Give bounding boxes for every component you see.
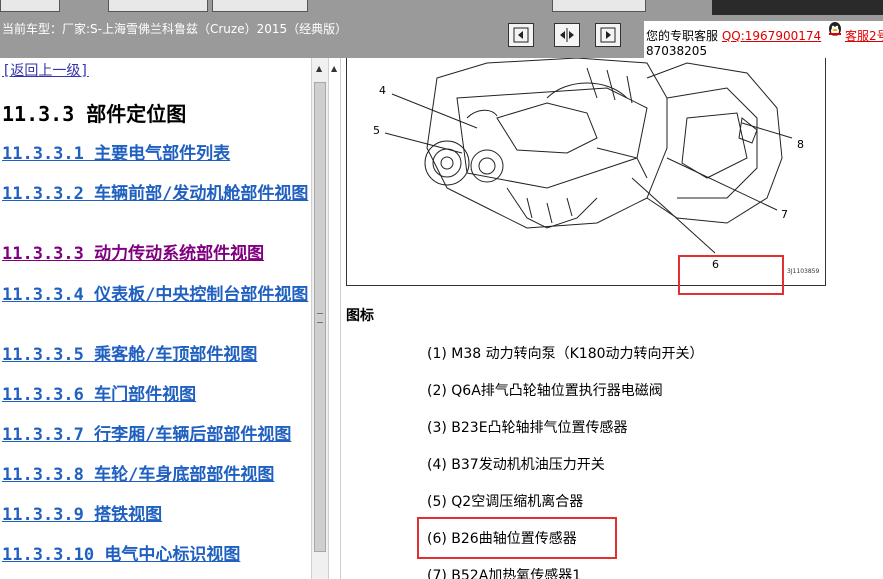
toc-item[interactable]: 11.3.3.6 车门部件视图 (2, 385, 310, 405)
figure-highlight-box (678, 255, 784, 295)
toolbar-tab-2[interactable] (108, 0, 208, 12)
legend-item: (3) B23E凸轮轴排气位置传感器 (427, 420, 628, 436)
toolbar-tab-4[interactable] (552, 0, 646, 12)
arrow-out-icon (600, 27, 616, 43)
nav-first-button[interactable] (508, 23, 534, 47)
figure-code: 3J1103859 (787, 268, 820, 275)
legend-item: (5) Q2空调压缩机离合器 (427, 494, 584, 510)
toc-item[interactable]: 11.3.3.4 仪表板/中央控制台部件视图 (2, 285, 310, 305)
top-toolbar: 当前车型：厂家:S-上海雪佛兰科鲁兹（Cruze）2015（经典版） 您的专职客… (0, 0, 883, 58)
scrollbar-thumb[interactable] (314, 82, 326, 552)
toolbar-tab-1[interactable] (0, 0, 60, 12)
grip-icon (317, 313, 323, 323)
toc-item[interactable]: 11.3.3.5 乘客舱/车顶部件视图 (2, 345, 310, 365)
support-qq-link[interactable]: QQ:1967900174 (722, 29, 821, 43)
content-pane: 4 5 8 7 6 3J1103859 图标 (1) M38 动力转向泵（K18… (341, 58, 883, 579)
support-kefu-link[interactable]: 客服2号 (845, 27, 883, 44)
toc-item[interactable]: 11.3.3.7 行李厢/车辆后部部件视图 (2, 425, 310, 445)
toc-scrollbar[interactable]: ▲ (311, 58, 328, 579)
support-phone: 87038205 (646, 44, 708, 58)
toc-item[interactable]: 11.3.3.1 主要电气部件列表 (2, 144, 310, 164)
toolbar-right-strip (712, 0, 883, 15)
toolbar-tab-3[interactable] (212, 0, 308, 12)
engine-drawing (384, 58, 793, 254)
callout-4: 4 (379, 84, 386, 97)
toc-item-current[interactable]: 11.3.3.3 动力传动系统部件视图 (2, 244, 310, 264)
legend-highlight-box (417, 517, 617, 559)
callout-8: 8 (797, 138, 804, 151)
legend-item: (1) M38 动力转向泵（K180动力转向开关） (427, 346, 704, 362)
qq-penguin-icon[interactable] (826, 21, 844, 39)
legend-heading: 图标 (346, 308, 374, 324)
current-vehicle-label: 当前车型：厂家:S-上海雪佛兰科鲁兹（Cruze）2015（经典版） (2, 22, 348, 36)
expand-arrows-icon (560, 28, 574, 42)
legend-item: (4) B37发动机机油压力开关 (427, 457, 605, 473)
toc-item[interactable]: 11.3.3.8 车轮/车身底部部件视图 (2, 465, 310, 485)
nav-toggle-button[interactable] (554, 23, 580, 47)
toc-item[interactable]: 11.3.3.9 搭铁视图 (2, 505, 310, 525)
toc-item[interactable]: 11.3.3.2 车辆前部/发动机舱部件视图 (2, 184, 310, 204)
nav-next-button[interactable] (595, 23, 621, 47)
scroll-up-arrow-icon[interactable]: ▲ (316, 64, 322, 73)
toc-heading: 11.3.3 部件定位图 (2, 102, 187, 126)
callout-5: 5 (373, 124, 380, 137)
component-locator-figure: 4 5 8 7 6 3J1103859 (346, 58, 826, 286)
support-text: 您的专职客服 (646, 29, 719, 43)
arrow-in-icon (513, 27, 529, 43)
pane-divider[interactable]: ▲ (328, 58, 341, 579)
legend-item: (7) B52A加热氧传感器1 (427, 568, 582, 579)
toc-item[interactable]: 11.3.3.10 电气中心标识视图 (2, 545, 310, 565)
scroll-up-arrow-icon[interactable]: ▲ (331, 64, 337, 73)
toc-pane: [返回上一级] 11.3.3 部件定位图 11.3.3.1 主要电气部件列表 1… (0, 58, 311, 579)
back-link[interactable]: [返回上一级] (2, 60, 89, 80)
callout-7: 7 (781, 208, 788, 221)
legend-item: (2) Q6A排气凸轮轴位置执行器电磁阀 (427, 383, 663, 399)
